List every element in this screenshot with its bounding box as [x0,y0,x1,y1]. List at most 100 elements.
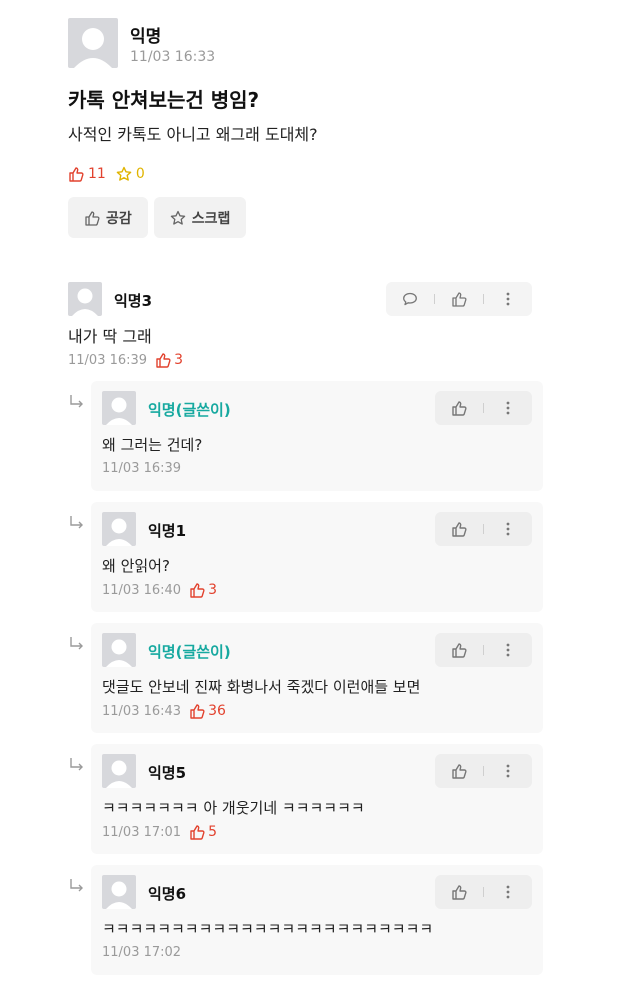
reply-action-bar [435,754,532,788]
default-avatar-icon [106,760,132,788]
reply-author[interactable]: 익명(글쓴이) [148,399,231,420]
like-count: 11 [68,166,106,182]
reply-action-bar [435,512,532,546]
post-stats: 11 17 0 [68,166,174,464]
reply-arrow-icon [68,756,86,774]
comment-action-bar [386,282,532,316]
thumbs-up-icon [85,210,100,226]
like-button[interactable] [449,398,469,418]
reply-arrow-icon [68,635,86,653]
reply-meta: 11/03 17:02 [102,945,181,960]
comment-author[interactable]: 익명3 [114,290,152,311]
reply-meta: 11/03 16:43 36 [102,703,226,719]
scrap-count: 0 [116,166,145,182]
more-vertical-icon [506,643,510,657]
reply-meta: 11/03 16:40 3 [102,582,217,598]
more-vertical-icon [506,401,510,415]
thumbs-up-icon [452,292,467,307]
thumbs-up-icon [452,885,467,900]
reply-text: 왜 그러는 건데? [102,436,203,454]
comment-like-count: 3 [155,352,183,368]
reply-time: 11/03 17:02 [102,945,182,960]
more-button[interactable] [498,519,518,539]
reply: 익명(글쓴이) 왜 그러는 건데? 11/03 16:39 [91,381,543,491]
divider [483,524,484,534]
reply-author[interactable]: 익명5 [148,762,186,783]
avatar[interactable] [102,633,136,667]
reply-like-count: 36 [189,703,226,719]
more-vertical-icon [506,292,510,306]
reply-meta: 11/03 16:39 [102,461,181,476]
reply-button[interactable] [400,289,420,309]
reply: 익명6 ㅋㅋㅋㅋㅋㅋㅋㅋㅋㅋㅋㅋㅋㅋㅋㅋㅋㅋㅋㅋㅋㅋㅋㅋ 11/03 17:02 [91,865,543,975]
more-vertical-icon [506,764,510,778]
reply-text: 왜 안읽어? [102,557,170,575]
avatar[interactable] [102,391,136,425]
star-icon [116,166,132,181]
reply-time: 11/03 16:43 [102,703,182,719]
more-button[interactable] [498,398,518,418]
thumbs-up-icon [452,764,467,779]
default-avatar-icon [74,28,112,68]
divider [483,294,484,304]
reply: 익명1 왜 안읽어? 11/03 16:40 3 [91,502,543,612]
more-vertical-icon [506,885,510,899]
empathy-button[interactable]: 공감 [68,197,148,238]
thumbs-up-icon [190,704,205,719]
like-button[interactable] [449,761,469,781]
divider [483,766,484,776]
thumbs-up-icon [452,643,467,658]
reply-like-count: 5 [189,824,217,840]
thumbs-up-icon [69,167,84,182]
reply: 익명(글쓴이) 댓글도 안보네 진짜 화병나서 죽겠다 이런애들 보면 11/03 … [91,623,543,733]
divider [483,403,484,413]
divider [434,294,435,304]
thumbs-up-icon [452,401,467,416]
speech-bubble-icon [403,292,417,306]
scrap-button[interactable]: 스크랩 [153,197,247,238]
reply-arrow-icon [68,514,86,532]
comment-text: 내가 딱 그래 [68,327,152,346]
reply-time: 11/03 16:39 [102,461,182,476]
avatar[interactable] [68,282,102,316]
thumbs-up-icon [190,583,205,598]
reply-meta: 11/03 17:01 5 [102,824,217,840]
like-button[interactable] [449,519,469,539]
thumbs-up-icon [190,825,205,840]
post-title: 카톡 안쳐보는건 병임? [68,88,260,112]
reply-arrow-icon [68,393,86,411]
reply-time: 11/03 17:01 [102,824,182,840]
thumbs-up-icon [156,353,171,368]
reply-author[interactable]: 익명(글쓴이) [148,641,231,662]
avatar[interactable] [102,754,136,788]
avatar[interactable] [68,18,118,68]
comment-meta: 11/03 16:39 3 [68,352,183,368]
comment-time: 11/03 16:39 [68,352,148,368]
avatar[interactable] [102,875,136,909]
divider [483,645,484,655]
more-button[interactable] [498,640,518,660]
like-button[interactable] [449,882,469,902]
like-button[interactable] [449,640,469,660]
reply-author[interactable]: 익명6 [148,883,186,904]
reply-like-count: 3 [189,582,217,598]
avatar[interactable] [102,512,136,546]
thumbs-up-icon [452,522,467,537]
reply-action-bar [435,875,532,909]
reply-text: ㅋㅋㅋㅋㅋㅋㅋㅋㅋㅋㅋㅋㅋㅋㅋㅋㅋㅋㅋㅋㅋㅋㅋㅋ [102,920,434,938]
more-button[interactable] [498,761,518,781]
reply-time: 11/03 16:40 [102,582,182,598]
more-vertical-icon [506,522,510,536]
post-body: 사적인 카톡도 아니고 왜그래 도대체? [68,125,318,144]
post-author[interactable]: 익명 [130,22,161,47]
more-button[interactable] [498,289,518,309]
reply-text: ㅋㅋㅋㅋㅋㅋㅋ 아 개웃기네 ㅋㅋㅋㅋㅋㅋ [102,799,365,817]
reply-text: 댓글도 안보네 진짜 화병나서 죽겠다 이런애들 보면 [102,678,421,696]
default-avatar-icon [106,518,132,546]
more-button[interactable] [498,882,518,902]
divider [483,887,484,897]
reply-action-bar [435,391,532,425]
like-button[interactable] [449,289,469,309]
reply-action-bar [435,633,532,667]
reply-author[interactable]: 익명1 [148,520,186,541]
